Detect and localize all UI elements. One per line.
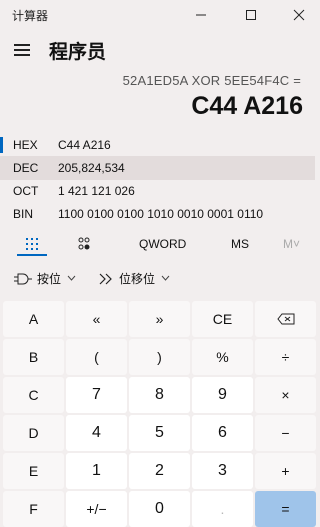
maximize-icon [246, 10, 256, 20]
radix-label: OCT [13, 184, 39, 198]
key-6[interactable]: 6 [192, 415, 253, 451]
chevron-down-icon [161, 273, 170, 284]
active-tab-indicator [17, 254, 47, 256]
key-8[interactable]: 8 [129, 377, 190, 413]
expression-display: 52A1ED5A XOR 5EE54F4C = [122, 73, 301, 88]
key-4[interactable]: 4 [66, 415, 127, 451]
key-3[interactable]: 3 [192, 453, 253, 489]
word-size-button[interactable]: QWORD [139, 237, 186, 251]
bitwise-gate-icon [14, 273, 32, 284]
close-icon [293, 9, 305, 21]
key-hex-f[interactable]: F [3, 491, 64, 527]
chevron-down-icon [67, 273, 76, 284]
radix-label: HEX [13, 138, 38, 152]
memory-store-button[interactable]: MS [231, 237, 249, 251]
key-0[interactable]: 0 [129, 491, 190, 527]
minimize-icon [196, 14, 206, 16]
radix-value: C44 A216 [58, 138, 111, 152]
bitshift-icon [99, 273, 112, 284]
bit-toggling-keypad-tab[interactable] [64, 230, 104, 258]
bitshift-label: 位移位 [119, 272, 156, 286]
title-bar: 计算器 [0, 0, 315, 30]
selected-radix-indicator [0, 137, 3, 153]
keypad-tabs: QWORD MS M˅ [0, 230, 315, 258]
radix-row-hex[interactable]: HEX C44 A216 [0, 133, 315, 157]
key-hex-a[interactable]: A [3, 301, 64, 337]
radix-row-oct[interactable]: OCT 1 421 121 026 [0, 179, 315, 203]
key-subtract[interactable]: − [255, 415, 316, 451]
key-decimal[interactable]: . [192, 491, 253, 527]
key-hex-d[interactable]: D [3, 415, 64, 451]
bit-toggle-icon [78, 237, 90, 250]
calculator-mode-title: 程序员 [49, 41, 107, 63]
key-open-paren[interactable]: ( [66, 339, 127, 375]
minimize-button[interactable] [178, 0, 224, 30]
operations-row: 按位 位移位 [0, 266, 315, 294]
radix-label: BIN [13, 207, 34, 221]
radix-value: 205,824,534 [58, 161, 125, 175]
result-display: C44 A216 [191, 92, 303, 120]
key-1[interactable]: 1 [66, 453, 127, 489]
radix-row-bin[interactable]: BIN 1100 0100 0100 1010 0010 0001 0110 [0, 202, 315, 226]
key-divide[interactable]: ÷ [255, 339, 316, 375]
key-hex-c[interactable]: C [3, 377, 64, 413]
radix-value: 1 421 121 026 [58, 184, 135, 198]
key-9[interactable]: 9 [192, 377, 253, 413]
backspace-icon [276, 313, 294, 325]
key-negate[interactable]: +/− [66, 491, 127, 527]
key-2[interactable]: 2 [129, 453, 190, 489]
key-modulo[interactable]: % [192, 339, 253, 375]
memory-list-button[interactable]: M˅ [283, 237, 300, 251]
key-equals[interactable]: = [255, 491, 316, 527]
key-clear-entry[interactable]: CE [192, 301, 253, 337]
key-hex-e[interactable]: E [3, 453, 64, 489]
key-5[interactable]: 5 [129, 415, 190, 451]
key-multiply[interactable]: × [255, 377, 316, 413]
radix-label: DEC [13, 161, 39, 175]
key-backspace[interactable] [255, 301, 316, 337]
keypad: A « » CE B ( ) % ÷ C 7 8 9 × D 4 5 6 − E… [3, 299, 316, 527]
key-7[interactable]: 7 [66, 377, 127, 413]
key-hex-b[interactable]: B [3, 339, 64, 375]
close-button[interactable] [276, 0, 320, 30]
navigation-menu-button[interactable] [8, 36, 36, 64]
key-add[interactable]: + [255, 453, 316, 489]
key-rotate-right[interactable]: » [129, 301, 190, 337]
bitwise-label: 按位 [37, 272, 62, 286]
key-rotate-left[interactable]: « [66, 301, 127, 337]
bitwise-dropdown[interactable]: 按位 [14, 270, 76, 287]
keypad-icon [26, 238, 38, 250]
radix-value: 1100 0100 0100 1010 0010 0001 0110 [58, 207, 264, 221]
radix-row-dec[interactable]: DEC 205,824,534 [0, 156, 315, 180]
bitshift-dropdown[interactable]: 位移位 [98, 270, 170, 287]
app-title: 计算器 [12, 9, 49, 23]
hamburger-icon [14, 44, 30, 46]
key-close-paren[interactable]: ) [129, 339, 190, 375]
maximize-button[interactable] [228, 0, 274, 30]
